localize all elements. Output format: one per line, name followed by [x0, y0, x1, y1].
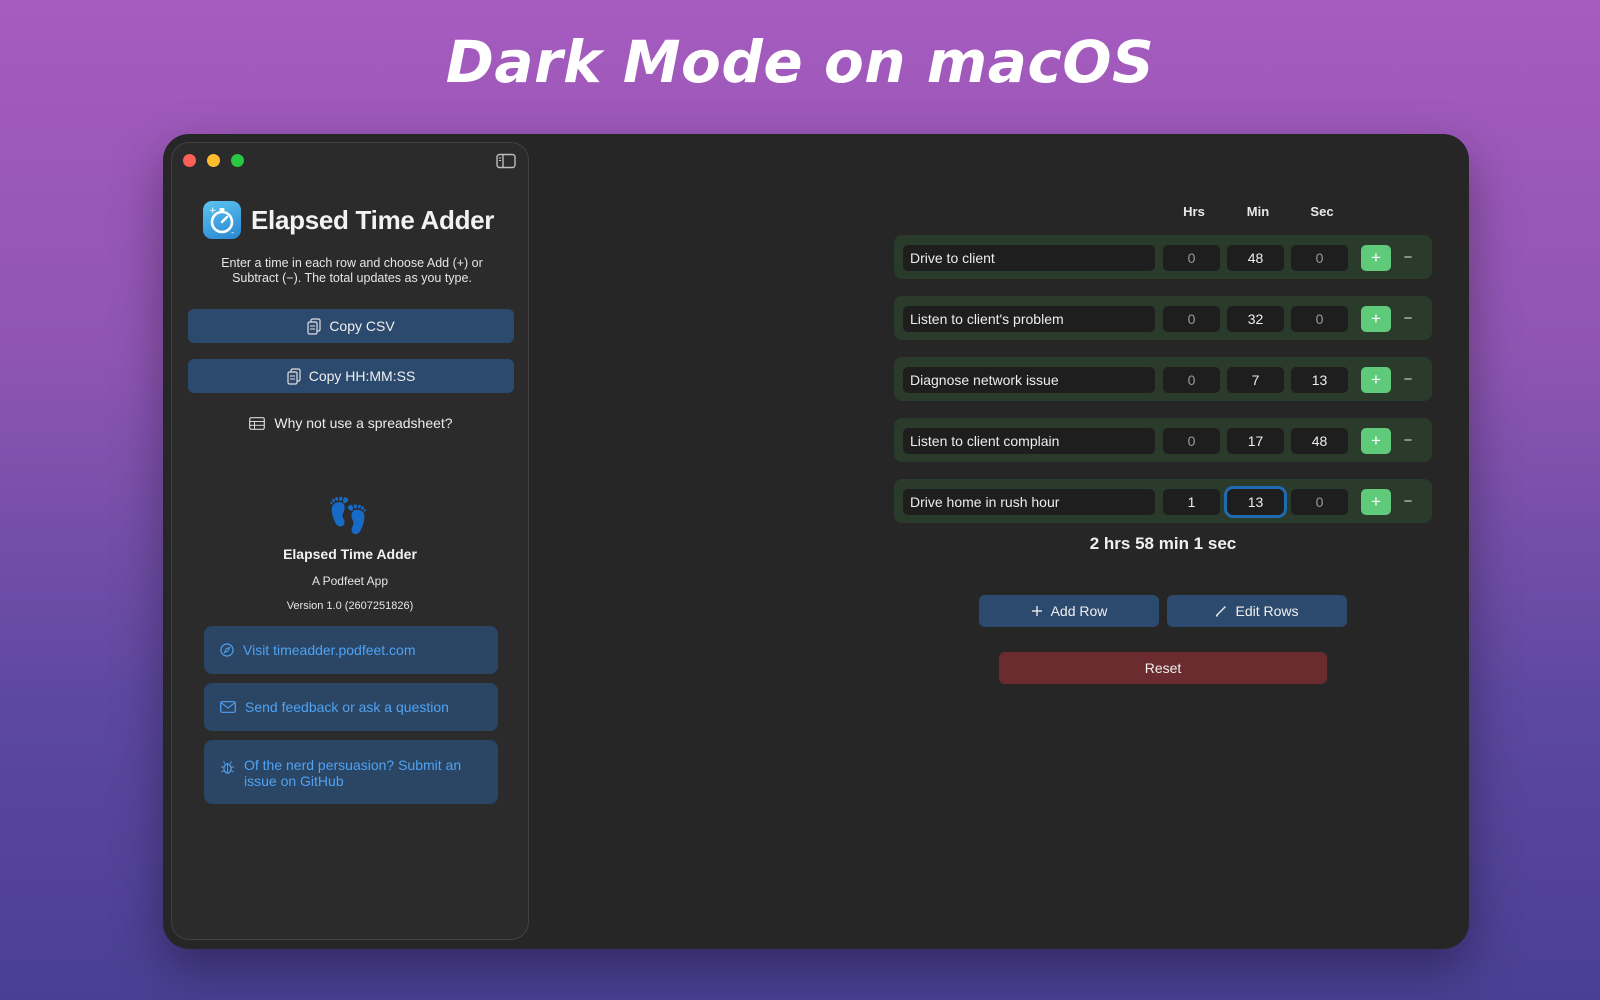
copy-doc-icon [307, 317, 321, 335]
reset-button[interactable]: Reset [999, 652, 1327, 684]
compass-icon [220, 643, 234, 657]
hours-input[interactable]: 0 [1163, 428, 1220, 454]
send-feedback-link[interactable]: Send feedback or ask a question [204, 683, 498, 731]
time-row: Drive home in rush hour 1 13 0 + − [894, 479, 1432, 523]
row-label-input[interactable]: Drive home in rush hour [903, 489, 1155, 515]
headline: Dark Mode on macOS [445, 28, 1155, 96]
seconds-input[interactable]: 0 [1291, 245, 1348, 271]
time-row: Diagnose network issue 0 7 13 + − [894, 357, 1432, 401]
sidebar: + - Elapsed Time Adder Enter a time in ea… [171, 142, 529, 940]
envelope-icon [220, 701, 236, 713]
intro-text: Enter a time in each row and choose Add … [221, 256, 483, 285]
why-spreadsheet-label: Why not use a spreadsheet? [274, 415, 453, 431]
about-app-name: Elapsed Time Adder [283, 546, 417, 562]
send-feedback-label: Send feedback or ask a question [245, 699, 449, 715]
row-label-input[interactable]: Listen to client complain [903, 428, 1155, 454]
hours-input[interactable]: 0 [1163, 245, 1220, 271]
minutes-input[interactable]: 32 [1227, 306, 1284, 332]
visit-website-label: Visit timeadder.podfeet.com [243, 642, 416, 658]
plus-icon [1031, 605, 1043, 617]
add-toggle-button[interactable]: + [1361, 306, 1391, 332]
minutes-input[interactable]: 17 [1227, 428, 1284, 454]
subtract-toggle-button[interactable]: − [1393, 428, 1423, 454]
copy-csv-label: Copy CSV [329, 318, 395, 334]
row-label-input[interactable]: Drive to client [903, 245, 1155, 271]
add-row-button[interactable]: Add Row [979, 595, 1159, 627]
main-panel: Hrs Min Sec Drive to client 0 48 0 + − L… [529, 134, 1469, 949]
hours-input[interactable]: 0 [1163, 306, 1220, 332]
app-window: + - Elapsed Time Adder Enter a time in ea… [163, 134, 1469, 949]
why-spreadsheet-link[interactable]: Why not use a spreadsheet? [188, 415, 514, 431]
add-toggle-button[interactable]: + [1361, 489, 1391, 515]
seconds-input[interactable]: 0 [1291, 306, 1348, 332]
time-row: Listen to client complain 0 17 48 + − [894, 418, 1432, 462]
edit-rows-button[interactable]: Edit Rows [1167, 595, 1347, 627]
stopwatch-app-icon: + - [203, 201, 241, 239]
copy-csv-button[interactable]: Copy CSV [188, 309, 514, 343]
subtract-toggle-button[interactable]: − [1393, 489, 1423, 515]
close-window-button[interactable] [183, 154, 196, 167]
column-header-sec: Sec [1310, 204, 1334, 219]
copy-hms-label: Copy HH:MM:SS [308, 368, 416, 384]
minutes-input-focused[interactable]: 13 [1227, 489, 1284, 515]
add-toggle-button[interactable]: + [1361, 245, 1391, 271]
copy-doc-icon [287, 367, 301, 385]
row-label-input[interactable]: Listen to client's problem [903, 306, 1155, 332]
sidebar-toggle-icon[interactable] [496, 153, 516, 169]
bug-icon [220, 760, 235, 775]
subtract-toggle-button[interactable]: − [1393, 367, 1423, 393]
visit-website-link[interactable]: Visit timeadder.podfeet.com [204, 626, 498, 674]
minimize-window-button[interactable] [207, 154, 220, 167]
pencil-icon [1215, 605, 1227, 617]
seconds-input[interactable]: 0 [1291, 489, 1348, 515]
add-toggle-button[interactable]: + [1361, 367, 1391, 393]
seconds-input[interactable]: 48 [1291, 428, 1348, 454]
total-time: 2 hrs 58 min 1 sec [1089, 534, 1237, 553]
svg-text:-: - [231, 228, 234, 238]
minutes-input[interactable]: 48 [1227, 245, 1284, 271]
app-header: + - Elapsed Time Adder [203, 201, 494, 239]
github-issue-label: Of the nerd persuasion? Submit an issue … [244, 757, 462, 789]
column-header-hrs: Hrs [1183, 204, 1205, 219]
about-version: Version 1.0 (2607251826) [286, 600, 414, 612]
add-toggle-button[interactable]: + [1361, 428, 1391, 454]
time-row: Listen to client's problem 0 32 0 + − [894, 296, 1432, 340]
app-title: Elapsed Time Adder [251, 204, 495, 235]
add-row-label: Add Row [1050, 603, 1108, 619]
subtract-toggle-button[interactable]: − [1393, 245, 1423, 271]
time-row: Drive to client 0 48 0 + − [894, 235, 1432, 279]
column-header-min: Min [1246, 204, 1270, 219]
table-icon [249, 416, 266, 430]
github-issue-link[interactable]: Of the nerd persuasion? Submit an issue … [204, 740, 498, 804]
zoom-window-button[interactable] [231, 154, 244, 167]
hours-input[interactable]: 0 [1163, 367, 1220, 393]
svg-text:+: + [209, 206, 217, 216]
row-label-input[interactable]: Diagnose network issue [903, 367, 1155, 393]
copy-hms-button[interactable]: Copy HH:MM:SS [188, 359, 514, 393]
seconds-input[interactable]: 13 [1291, 367, 1348, 393]
minutes-input[interactable]: 7 [1227, 367, 1284, 393]
footprints-icon: 👣 [327, 497, 370, 535]
hours-input[interactable]: 1 [1163, 489, 1220, 515]
about-subtitle: A Podfeet App [311, 574, 389, 588]
window-controls [183, 154, 244, 167]
edit-rows-label: Edit Rows [1235, 603, 1299, 619]
subtract-toggle-button[interactable]: − [1393, 306, 1423, 332]
